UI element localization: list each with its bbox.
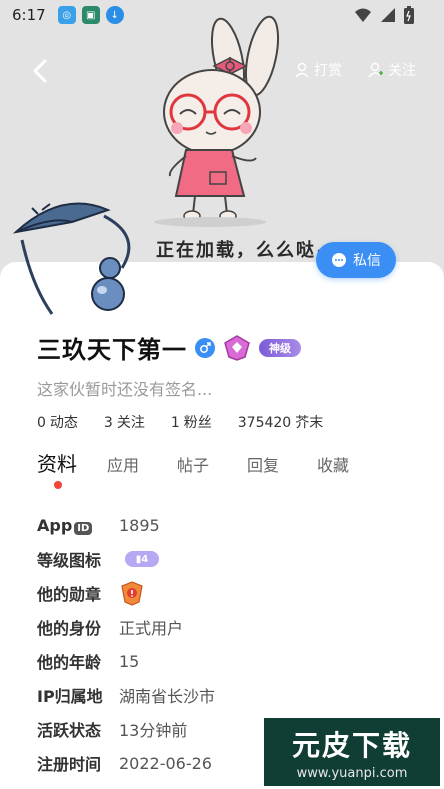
watermark-url: www.yuanpi.com <box>296 765 408 781</box>
medal-label: 他的勋章 <box>37 585 102 604</box>
chevron-left-icon <box>33 59 47 83</box>
stats-row: 0 动态 3 关注 1 粉丝 375420 芥末 <box>37 412 327 432</box>
download-notification-icon: ↓ <box>105 6 124 24</box>
chat-bubble-icon <box>332 253 346 267</box>
reward-icon <box>295 62 309 78</box>
app-label: App <box>37 515 73 535</box>
add-user-icon <box>368 62 383 78</box>
username: 三玖天下第一 <box>37 336 187 364</box>
stat-following[interactable]: 3 关注 <box>104 412 149 432</box>
active-label: 活跃状态 <box>37 721 102 740</box>
back-button[interactable] <box>26 56 54 86</box>
info-row-app-id: App ID 1895 <box>37 508 215 542</box>
info-row-identity: 他的身份 正式用户 <box>37 610 215 644</box>
name-row: 三玖天下第一 神级 <box>37 330 301 365</box>
site-watermark: 元皮下载 www.yuanpi.com <box>264 718 440 786</box>
active-tab-indicator <box>54 481 62 489</box>
registered-label: 注册时间 <box>37 755 102 774</box>
id-chip: ID <box>74 521 93 535</box>
registered-value: 2022-06-26 <box>119 753 212 773</box>
tab-posts[interactable]: 帖子 <box>177 448 247 477</box>
stat-mustard[interactable]: 375420 芥末 <box>238 412 327 432</box>
level-badge: ▮ 4 <box>125 551 159 567</box>
tab-favorites[interactable]: 收藏 <box>317 448 387 477</box>
reward-button[interactable]: 打赏 <box>294 60 342 80</box>
system-icons <box>354 6 414 24</box>
active-value: 13分钟前 <box>119 721 188 740</box>
age-value: 15 <box>119 651 140 671</box>
signature: 这家伙暂时还没有签名... <box>37 380 213 399</box>
status-bar: 6:17 ◎ ▣ ↓ <box>0 0 444 30</box>
info-row-active: 活跃状态 13分钟前 <box>37 712 215 746</box>
pm-label: 私信 <box>353 253 381 269</box>
game-notification-icon: ▣ <box>81 6 100 24</box>
info-row-registered: 注册时间 2022-06-26 <box>37 746 215 780</box>
status-time: 6:17 <box>12 6 46 24</box>
reward-label: 打赏 <box>314 63 342 79</box>
profile-info: App ID 1895 等级图标 ▮ 4 他的勋章 他的身份 正式用户 他的年龄 1… <box>37 508 215 780</box>
info-row-ip: IP归属地 湖南省长沙市 <box>37 678 215 712</box>
age-label: 他的年龄 <box>37 653 102 672</box>
ip-value: 湖南省长沙市 <box>119 687 216 706</box>
level-crest-icon <box>224 334 250 361</box>
top-actions: 打赏 关注 <box>294 60 416 80</box>
info-row-level: 等级图标 ▮ 4 <box>37 542 215 576</box>
level-label: 等级图标 <box>37 551 102 570</box>
info-row-medal: 他的勋章 <box>37 576 215 610</box>
battery-icon <box>404 6 414 24</box>
watermark-title: 元皮下载 <box>291 728 412 762</box>
tab-profile[interactable]: 资料 <box>37 448 107 477</box>
title-badge: 神级 <box>259 338 301 357</box>
signal-icon <box>381 8 395 22</box>
identity-label: 他的身份 <box>37 619 102 638</box>
wifi-icon <box>355 8 371 22</box>
stat-followers[interactable]: 1 粉丝 <box>171 412 216 432</box>
follow-button[interactable]: 关注 <box>368 60 416 80</box>
info-row-age: 他的年龄 15 <box>37 644 215 678</box>
private-message-button[interactable]: 私信 <box>316 242 396 278</box>
banner-caption: 正在加载，么么哒~ <box>156 240 334 261</box>
umbrella-gourd-avatar <box>12 202 131 315</box>
follow-label: 关注 <box>388 63 416 79</box>
medal-icon[interactable] <box>119 580 145 606</box>
tab-replies[interactable]: 回复 <box>247 448 317 477</box>
avatar[interactable] <box>12 196 140 324</box>
app-id-value: 1895 <box>119 515 160 535</box>
ip-label: IP归属地 <box>37 687 103 706</box>
male-gender-icon <box>195 337 215 358</box>
app-notification-icon: ◎ <box>57 6 76 24</box>
identity-value: 正式用户 <box>119 619 184 638</box>
profile-tabs: 资料 应用 帖子 回复 收藏 <box>37 448 387 477</box>
stat-posts[interactable]: 0 动态 <box>37 412 82 432</box>
tab-apps[interactable]: 应用 <box>107 448 177 477</box>
